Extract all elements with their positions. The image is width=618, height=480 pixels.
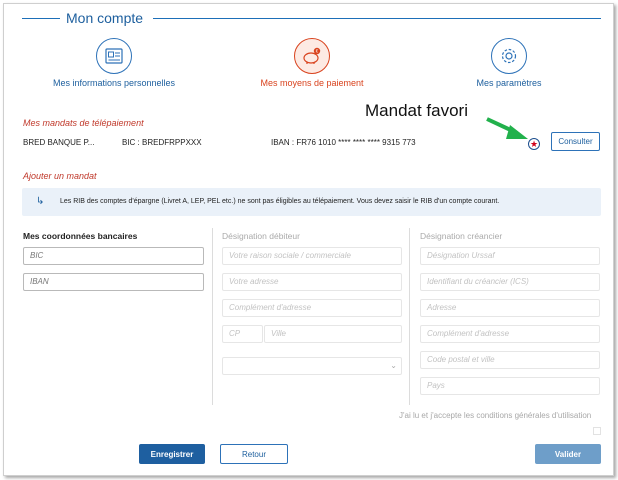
creditor-address2-field[interactable]: Complément d'adresse [420, 325, 600, 343]
save-button[interactable]: Enregistrer [139, 444, 205, 464]
creditor-zip-city-field[interactable]: Code postal et ville [420, 351, 600, 369]
gear-icon [501, 48, 517, 64]
nav-label-personal-info[interactable]: Mes informations personnelles [24, 78, 204, 88]
mandate-bic: BIC : BREDFRPPXXX [122, 138, 202, 147]
debtor-address-input[interactable]: Votre adresse [222, 273, 402, 291]
iban-input[interactable]: IBAN [23, 273, 204, 291]
nav-tab-payment-methods[interactable]: € [294, 38, 330, 74]
creditor-ics-field[interactable]: Identifiant du créancier (ICS) [420, 273, 600, 291]
info-banner: ↳ Les RIB des comptes d'épargne (Livret … [22, 188, 601, 216]
creditor-title: Désignation créancier [420, 231, 503, 241]
terms-label: J'ai lu et j'accepte les conditions géné… [399, 411, 592, 420]
mandate-iban: IBAN : FR76 1010 **** **** **** 9315 773 [271, 138, 416, 147]
piggy-bank-icon: € [303, 47, 321, 64]
creditor-address-field[interactable]: Adresse [420, 299, 600, 317]
debtor-company-input[interactable]: Votre raison sociale / commerciale [222, 247, 402, 265]
column-divider-1 [212, 228, 213, 405]
nav-label-payment-methods[interactable]: Mes moyens de paiement [222, 78, 402, 88]
debtor-title: Désignation débiteur [222, 231, 300, 241]
nav-tab-personal-info[interactable] [96, 38, 132, 74]
chevron-down-icon: ⌄ [390, 361, 397, 370]
nav-tab-settings[interactable] [491, 38, 527, 74]
annotation-arrow [486, 117, 528, 139]
validate-button[interactable]: Valider [535, 444, 601, 464]
page-title: Mon compte [66, 10, 144, 26]
id-card-icon [105, 48, 123, 64]
mandates-section-title: Mes mandats de télépaiement [23, 118, 144, 128]
debtor-zip-input[interactable]: CP [222, 325, 263, 343]
back-button[interactable]: Retour [220, 444, 288, 464]
svg-text:€: € [316, 49, 319, 54]
return-arrow-icon: ↳ [36, 196, 45, 207]
header-line-right [153, 18, 601, 19]
favorite-star-icon[interactable]: ★ [528, 138, 540, 150]
creditor-name-field[interactable]: Désignation Urssaf [420, 247, 600, 265]
info-banner-text: Les RIB des comptes d'épargne (Livret A,… [60, 198, 500, 205]
debtor-city-input[interactable]: Ville [264, 325, 402, 343]
annotation-label: Mandat favori [365, 101, 468, 120]
debtor-country-select[interactable]: ⌄ [222, 357, 402, 375]
nav-label-settings[interactable]: Mes paramètres [419, 78, 599, 88]
add-mandate-section-title: Ajouter un mandat [23, 171, 97, 181]
creditor-country-field[interactable]: Pays [420, 377, 600, 395]
consult-button[interactable]: Consulter [551, 132, 600, 151]
bic-input[interactable]: BIC [23, 247, 204, 265]
mandate-bank-name: BRED BANQUE P... [23, 138, 95, 147]
column-divider-2 [409, 228, 410, 405]
header-line-left [22, 18, 60, 19]
debtor-address2-input[interactable]: Complément d'adresse [222, 299, 402, 317]
terms-checkbox[interactable] [593, 427, 601, 435]
bank-details-title: Mes coordonnées bancaires [23, 231, 138, 241]
